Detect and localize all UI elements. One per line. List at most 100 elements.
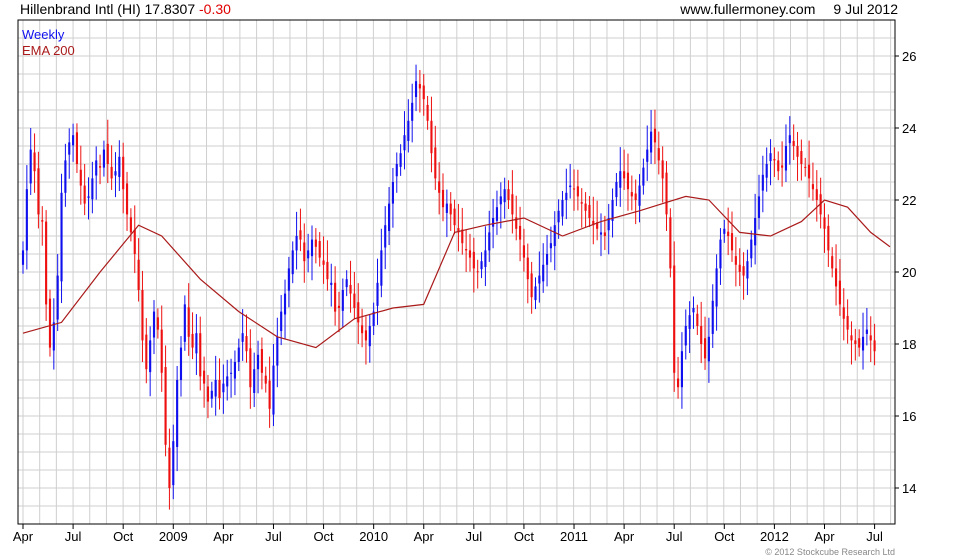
candle-body xyxy=(526,257,529,280)
chart-grid xyxy=(18,19,895,525)
candle-body xyxy=(310,239,314,257)
candle-body xyxy=(291,250,294,275)
candle-body xyxy=(734,256,737,265)
candle-body xyxy=(561,200,564,217)
candle-body xyxy=(865,329,868,334)
x-tick-label: Oct xyxy=(313,529,334,544)
candle-body xyxy=(260,349,263,373)
candle-body xyxy=(680,351,683,388)
candle-body xyxy=(634,193,637,200)
candle-body xyxy=(800,151,803,164)
candle-body xyxy=(318,241,321,258)
candle-body xyxy=(345,279,348,288)
candle-body xyxy=(218,380,221,398)
candle-body xyxy=(811,184,815,190)
candle-body xyxy=(719,239,722,269)
candle-body xyxy=(249,348,252,388)
candle-body xyxy=(411,102,414,121)
candle-body xyxy=(380,250,383,286)
candle-body xyxy=(75,132,79,164)
candle-body xyxy=(861,336,865,351)
candle-body xyxy=(761,174,764,191)
x-tick-label: Jul xyxy=(265,529,282,544)
candle-body xyxy=(426,104,429,121)
candle-body xyxy=(430,120,433,154)
candle-body xyxy=(95,160,98,176)
candle-body xyxy=(33,152,36,172)
candle-body xyxy=(619,171,622,188)
candle-body xyxy=(233,362,237,379)
candle-body xyxy=(750,239,753,259)
candle-body xyxy=(650,131,653,153)
candle-body xyxy=(700,326,703,344)
candle-body xyxy=(484,250,487,267)
candle-body xyxy=(495,207,499,221)
candle-body xyxy=(534,286,537,301)
candle-body xyxy=(584,203,587,211)
candle-body xyxy=(341,290,344,311)
candle-body xyxy=(364,330,368,341)
candle-body xyxy=(253,369,256,393)
candle-body xyxy=(684,326,687,346)
candle-body xyxy=(91,178,94,200)
candle-body xyxy=(307,250,310,259)
candle-body xyxy=(476,271,479,273)
candle-body xyxy=(846,315,849,330)
candle-body xyxy=(773,158,776,161)
candle-body xyxy=(156,317,159,330)
candle-body xyxy=(187,307,190,337)
chart-marks xyxy=(21,64,891,510)
candle-body xyxy=(503,189,506,203)
candle-body xyxy=(461,229,464,244)
candle-body xyxy=(623,171,626,179)
candle-body xyxy=(519,225,522,240)
candle-body xyxy=(191,333,194,348)
x-tick-label: Jul xyxy=(666,529,683,544)
candle-body xyxy=(873,340,876,352)
candle-body xyxy=(376,282,379,306)
candle-body xyxy=(102,149,105,168)
candle-body xyxy=(492,218,495,227)
candle-body xyxy=(854,340,857,344)
candle-body xyxy=(357,302,360,323)
x-tick-label: 2011 xyxy=(560,529,588,544)
candle-body xyxy=(808,164,811,179)
candle-body xyxy=(499,196,502,205)
x-tick-label: Apr xyxy=(614,529,635,544)
candle-body xyxy=(403,135,406,151)
candle-body xyxy=(434,147,437,179)
candle-body xyxy=(842,307,845,319)
y-tick-label: 26 xyxy=(902,49,916,64)
candle-body xyxy=(549,243,552,249)
y-tick-label: 24 xyxy=(902,121,916,136)
candle-body xyxy=(326,261,329,280)
candle-body xyxy=(688,315,691,329)
candle-body xyxy=(29,149,32,184)
price-chart: 14 16 18 20 22 24 26 Apr Jul Oct 2009 Apr Jul Oct 2010… xyxy=(13,19,916,557)
x-tick-label: Oct xyxy=(714,529,735,544)
candle-body xyxy=(858,338,861,348)
candle-body xyxy=(730,233,734,251)
x-tick-label: Apr xyxy=(414,529,435,544)
candle-body xyxy=(106,143,109,164)
candle-body xyxy=(280,311,283,332)
x-tick-label: Jul xyxy=(65,529,82,544)
candle-body xyxy=(125,183,129,215)
candle-body xyxy=(673,265,676,373)
candle-body xyxy=(588,205,591,218)
candle-body xyxy=(869,335,872,341)
candle-body xyxy=(522,245,526,258)
candle-body xyxy=(160,329,163,373)
candle-body xyxy=(646,149,649,162)
candle-body xyxy=(179,347,183,380)
candle-body xyxy=(472,251,475,269)
candle-body xyxy=(653,128,657,143)
candle-body xyxy=(757,196,761,218)
candle-body xyxy=(87,196,90,198)
candle-body xyxy=(707,336,710,362)
candle-body xyxy=(669,217,672,269)
candle-body xyxy=(765,164,768,178)
candle-body xyxy=(422,85,425,100)
candle-body xyxy=(545,254,549,265)
candle-body xyxy=(230,372,233,374)
